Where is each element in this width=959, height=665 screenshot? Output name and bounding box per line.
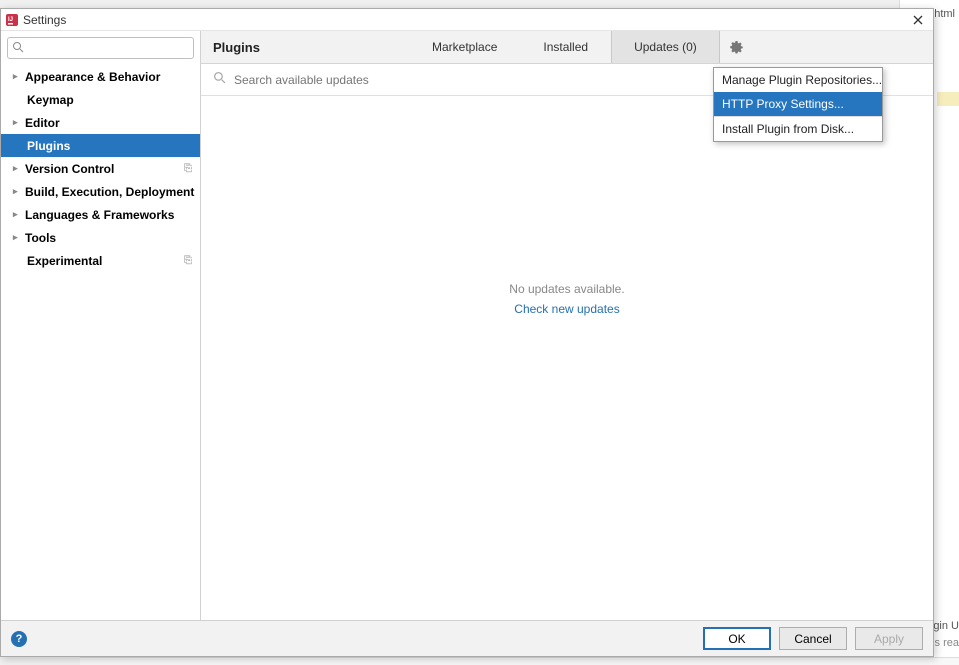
sidebar-item-label: Tools — [25, 231, 56, 245]
dropdown-item-label: Install Plugin from Disk... — [722, 122, 854, 136]
sidebar-item-label: Plugins — [27, 139, 70, 153]
tab-label: Installed — [543, 40, 588, 54]
dialog-footer: ? OK Cancel Apply — [1, 620, 933, 656]
ok-button[interactable]: OK — [703, 627, 771, 650]
tab-installed[interactable]: Installed — [520, 31, 611, 63]
sidebar-search-input[interactable] — [26, 41, 189, 55]
sidebar-item-tools[interactable]: ▸Tools — [1, 226, 200, 249]
sidebar-item-editor[interactable]: ▸Editor — [1, 111, 200, 134]
main-header: Plugins Marketplace Installed Updates (0… — [201, 31, 933, 64]
titlebar: IJ Settings — [1, 9, 933, 31]
search-icon — [213, 71, 226, 89]
sidebar-item-label: Appearance & Behavior — [25, 70, 160, 84]
search-icon — [12, 41, 24, 56]
window-title: Settings — [23, 13, 66, 27]
tab-marketplace[interactable]: Marketplace — [409, 31, 520, 63]
gear-dropdown: Manage Plugin Repositories... HTTP Proxy… — [713, 67, 883, 142]
project-badge-icon: ⎘ — [184, 163, 192, 174]
sidebar: ▸Appearance & Behavior Keymap ▸Editor Pl… — [1, 31, 201, 620]
gear-button[interactable] — [720, 40, 754, 55]
chevron-right-icon: ▸ — [13, 163, 23, 174]
chevron-right-icon: ▸ — [13, 117, 23, 128]
dropdown-item-http-proxy[interactable]: HTTP Proxy Settings... — [714, 92, 882, 116]
apply-button[interactable]: Apply — [855, 627, 923, 650]
tab-label: Updates (0) — [634, 40, 697, 54]
background-text-2: s rea — [935, 637, 959, 649]
sidebar-item-plugins[interactable]: Plugins — [1, 134, 200, 157]
content-area: No updates available. Check new updates — [201, 96, 933, 620]
dropdown-item-install-from-disk[interactable]: Install Plugin from Disk... — [714, 117, 882, 141]
close-button[interactable] — [909, 11, 927, 29]
tab-updates[interactable]: Updates (0) — [611, 31, 720, 63]
app-icon: IJ — [5, 13, 19, 27]
help-button[interactable]: ? — [11, 631, 27, 647]
background-tab-label: html — [930, 6, 959, 22]
dropdown-item-label: Manage Plugin Repositories... — [722, 73, 882, 87]
chevron-right-icon: ▸ — [13, 71, 23, 82]
sidebar-item-keymap[interactable]: Keymap — [1, 88, 200, 111]
project-badge-icon: ⎘ — [184, 255, 192, 266]
page-title: Plugins — [201, 40, 409, 55]
check-new-updates-link[interactable]: Check new updates — [514, 302, 619, 316]
dropdown-item-manage-repositories[interactable]: Manage Plugin Repositories... — [714, 68, 882, 92]
sidebar-item-languages-frameworks[interactable]: ▸Languages & Frameworks — [1, 203, 200, 226]
sidebar-item-experimental[interactable]: Experimental ⎘ — [1, 249, 200, 272]
sidebar-item-label: Version Control — [25, 162, 114, 176]
sidebar-item-label: Editor — [25, 116, 60, 130]
sidebar-item-build-execution-deployment[interactable]: ▸Build, Execution, Deployment — [1, 180, 200, 203]
settings-dialog: IJ Settings ▸Appearance & Behavior Keyma… — [0, 8, 934, 657]
chevron-right-icon: ▸ — [13, 186, 23, 197]
svg-text:IJ: IJ — [8, 17, 13, 23]
tabs: Marketplace Installed Updates (0) — [409, 31, 720, 63]
background-statusbar — [80, 657, 959, 665]
chevron-right-icon: ▸ — [13, 209, 23, 220]
settings-tree: ▸Appearance & Behavior Keymap ▸Editor Pl… — [1, 63, 200, 620]
sidebar-item-label: Build, Execution, Deployment — [25, 185, 194, 199]
tab-label: Marketplace — [432, 40, 497, 54]
background-text-1: gin U — [933, 620, 959, 632]
sidebar-item-label: Experimental — [27, 254, 102, 268]
cancel-button[interactable]: Cancel — [779, 627, 847, 650]
sidebar-item-version-control[interactable]: ▸Version Control ⎘ — [1, 157, 200, 180]
chevron-right-icon: ▸ — [13, 232, 23, 243]
dropdown-item-label: HTTP Proxy Settings... — [722, 97, 844, 111]
background-highlight — [937, 92, 959, 106]
sidebar-item-appearance-behavior[interactable]: ▸Appearance & Behavior — [1, 65, 200, 88]
sidebar-search[interactable] — [7, 37, 194, 59]
no-updates-text: No updates available. — [509, 282, 624, 296]
gear-icon — [729, 40, 744, 55]
sidebar-item-label: Keymap — [27, 93, 74, 107]
sidebar-item-label: Languages & Frameworks — [25, 208, 174, 222]
